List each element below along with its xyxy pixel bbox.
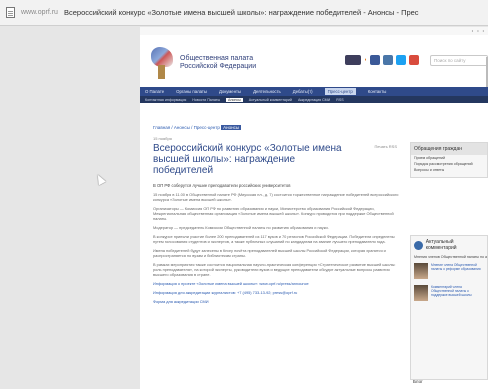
commentary-title[interactable]: Актуальный комментарий bbox=[426, 239, 484, 251]
article-paragraph: В конкурсе приняли участие более 200 пре… bbox=[153, 234, 395, 244]
commentary-text[interactable]: Комментарий члена Общественной палаты о … bbox=[431, 285, 484, 301]
org-name-line2: Российской Федерации bbox=[180, 63, 257, 70]
top-utility-strip: • • • bbox=[140, 27, 488, 35]
vk-icon[interactable] bbox=[383, 55, 394, 65]
citizen-appeals-title[interactable]: Обращения граждан bbox=[411, 143, 487, 155]
video-button[interactable] bbox=[345, 55, 361, 65]
commentary-text[interactable]: Мнение члена Общественной палаты о рефор… bbox=[431, 263, 484, 279]
search-input[interactable]: Поиск по сайту bbox=[430, 55, 488, 66]
avatar bbox=[414, 263, 428, 279]
article-paragraph: Организаторы — Комиссия ОП РФ по развити… bbox=[153, 206, 394, 221]
article-lead: В ОП РФ соберутся лучшие преподаватели р… bbox=[153, 183, 291, 188]
sidebar: Обращения граждан Прием обращений Порядо… bbox=[410, 107, 488, 389]
window-title: Всероссийский конкурс «Золотые имена выс… bbox=[63, 8, 419, 17]
subnav-commentary[interactable]: Актуальный комментарий bbox=[249, 98, 292, 102]
appeals-link[interactable]: Вопросы и ответы bbox=[411, 167, 487, 173]
breadcrumb-tag[interactable]: Анонсы bbox=[221, 125, 242, 130]
page-icon bbox=[6, 7, 15, 18]
article: Главная / Анонсы / Пресс-центр Анонсы 15… bbox=[153, 107, 403, 389]
nav-item-contacts[interactable]: Контакты bbox=[368, 89, 387, 94]
nav-item-about[interactable]: О Палате bbox=[145, 89, 164, 94]
nav-item-activity[interactable]: Деятельность bbox=[253, 89, 281, 94]
breadcrumb-path[interactable]: Главная / Анонсы / Пресс-центр bbox=[153, 125, 220, 130]
org-name-line1: Общественная палата bbox=[180, 55, 254, 62]
twitter-icon[interactable] bbox=[396, 55, 407, 65]
article-paragraph: 15 ноября в 11.00 в Общественной палате … bbox=[153, 192, 399, 202]
sub-nav: Контактная информация Новости Палаты Ано… bbox=[140, 96, 488, 103]
article-paragraph: В рамках мероприятия также состоится нац… bbox=[153, 262, 396, 277]
subnav-rss[interactable]: RSS bbox=[336, 98, 343, 102]
nav-item-documents[interactable]: Документы bbox=[219, 89, 241, 94]
commentary-header: Актуальный комментарий bbox=[411, 236, 487, 254]
breadcrumb[interactable]: Главная / Анонсы / Пресс-центр Анонсы bbox=[153, 125, 403, 130]
citizen-appeals-box: Обращения граждан Прием обращений Порядо… bbox=[410, 142, 488, 178]
nav-item-organs[interactable]: Органы палаты bbox=[176, 89, 207, 94]
empty-left-pane bbox=[0, 27, 140, 389]
address-url[interactable]: www.oprf.ru bbox=[21, 9, 58, 16]
subnav-accreditation[interactable]: Аккредитация СМИ bbox=[298, 98, 330, 102]
article-paragraph: Модератор — председатель Комиссии Общест… bbox=[153, 225, 329, 230]
org-name[interactable]: Общественная палата Российской Федерации bbox=[180, 55, 256, 71]
rss-icon[interactable]: ◗ bbox=[364, 57, 367, 63]
blog-label[interactable]: Блог bbox=[413, 379, 423, 384]
nav-item-press[interactable]: Пресс-центр bbox=[324, 88, 356, 95]
project-info-link[interactable]: Информация о проекте «Золотые имена высш… bbox=[153, 281, 403, 286]
article-tools[interactable]: Печать RSS bbox=[375, 144, 397, 149]
facebook-icon[interactable] bbox=[370, 55, 381, 65]
article-title: Всероссийский конкурс «Золотые имена выс… bbox=[153, 143, 342, 176]
oprf-logo-icon[interactable] bbox=[149, 47, 177, 79]
article-paragraph: Имена победителей будут занесены в Книгу… bbox=[153, 248, 386, 258]
commentary-box: Актуальный комментарий Мнения членов Общ… bbox=[410, 235, 488, 380]
youtube-icon[interactable] bbox=[409, 55, 420, 65]
commentary-item[interactable]: Комментарий члена Общественной палаты о … bbox=[411, 282, 487, 304]
accreditation-info[interactable]: Информация для аккредитации журналистов:… bbox=[153, 290, 403, 295]
nav-item-debates[interactable]: Дебаты(т) bbox=[293, 89, 313, 94]
social-links: ◗ bbox=[345, 55, 420, 65]
accreditation-form-link[interactable]: Форма для аккредитации СМИ bbox=[153, 299, 403, 304]
screenshot-root: www.oprf.ru Всероссийский конкурс «Золот… bbox=[0, 0, 488, 389]
browser-tab-bar: www.oprf.ru Всероссийский конкурс «Золот… bbox=[0, 0, 488, 26]
web-page: • • • Общественная палата Российской Федер… bbox=[140, 27, 488, 389]
main-nav: О Палате Органы палаты Документы Деятель… bbox=[140, 87, 488, 96]
commentary-item[interactable]: Мнение члена Общественной палаты о рефор… bbox=[411, 260, 487, 282]
subnav-announcements[interactable]: Анонсы bbox=[226, 97, 243, 102]
subnav-contact-info[interactable]: Контактная информация bbox=[145, 98, 186, 102]
site-header: Общественная палата Российской Федерации… bbox=[140, 35, 488, 81]
subnav-news[interactable]: Новости Палаты bbox=[192, 98, 220, 102]
article-date: 15 ноября bbox=[153, 136, 172, 141]
mouse-cursor-icon bbox=[94, 172, 106, 186]
commentary-icon bbox=[414, 240, 423, 250]
avatar bbox=[414, 285, 428, 301]
